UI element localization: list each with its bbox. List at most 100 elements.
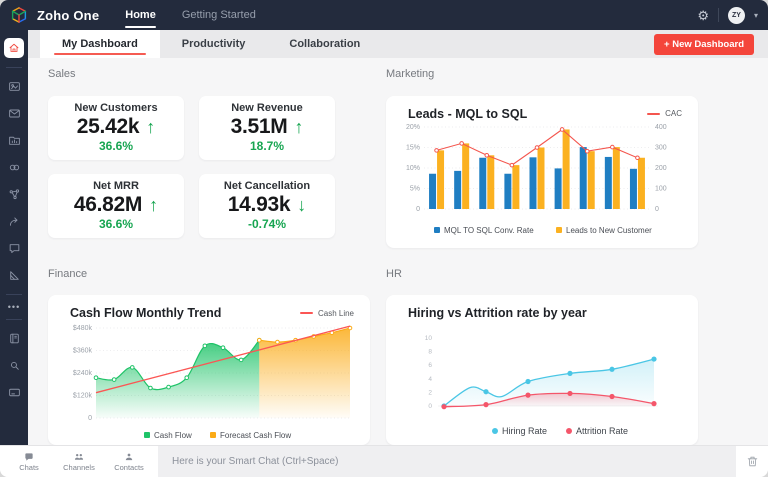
- sidebar-item-design[interactable]: [0, 262, 28, 289]
- red-line-swatch-icon: [299, 312, 313, 314]
- kpi-change: -0.74%: [247, 217, 287, 232]
- brand-title: Zoho One: [37, 7, 100, 23]
- sidebar-item-home[interactable]: [4, 38, 24, 58]
- svg-text:Forecast Cash Flow: Forecast Cash Flow: [220, 431, 291, 440]
- sidebar-divider: [6, 67, 22, 68]
- home-icon: [9, 43, 19, 52]
- trend-up-icon: ↑: [146, 116, 156, 137]
- kpi-card-net-mrr[interactable]: Net MRR 46.82M ↑ 36.6%: [48, 173, 184, 238]
- trend-up-icon: ↑: [294, 116, 304, 137]
- section-label-hr: HR: [386, 267, 402, 280]
- sidebar-item-connect[interactable]: [0, 154, 28, 181]
- zoho-one-app: Zoho One Home Getting Started ⚙ ZY ▾ •••…: [0, 0, 768, 477]
- svg-text:15%: 15%: [406, 144, 420, 151]
- tab-my-dashboard[interactable]: My Dashboard: [40, 30, 160, 58]
- bottom-tab-channels[interactable]: Channels: [54, 446, 104, 477]
- dashboard-content: Sales Marketing New Customers 25.42k ↑ 3…: [28, 58, 768, 445]
- user-avatar[interactable]: ZY: [727, 6, 745, 24]
- sidebar-item-share[interactable]: [0, 208, 28, 235]
- contacts-icon: [125, 453, 133, 460]
- trash-button[interactable]: [736, 446, 768, 477]
- channels-icon: [74, 453, 84, 460]
- kpi-value: 3.51M: [230, 114, 288, 138]
- svg-text:Cash Flow: Cash Flow: [154, 431, 192, 440]
- sidebar-item-chat[interactable]: [0, 235, 28, 262]
- svg-text:Attrition Rate: Attrition Rate: [576, 426, 628, 436]
- sales-kpi-grid: New Customers 25.42k ↑ 36.6% New Revenue…: [48, 95, 370, 238]
- kpi-title: Net Cancellation: [223, 179, 311, 192]
- topbar-divider: [717, 8, 719, 22]
- svg-text:0: 0: [655, 206, 659, 213]
- settings-gear-icon[interactable]: ⚙: [697, 9, 709, 22]
- kpi-card-net-cancellation[interactable]: Net Cancellation 14.93k ↓ -0.74%: [199, 173, 335, 238]
- notebook-icon: [9, 333, 19, 344]
- app-sidebar: •••: [0, 30, 28, 445]
- chat-bubble-icon: [9, 244, 19, 254]
- tab-productivity[interactable]: Productivity: [160, 30, 268, 58]
- reports-icon: [8, 82, 20, 91]
- svg-text:10%: 10%: [406, 165, 420, 172]
- new-dashboard-button[interactable]: + New Dashboard: [654, 33, 754, 55]
- sidebar-item-search[interactable]: [0, 352, 28, 379]
- nav-link-home[interactable]: Home: [125, 0, 156, 30]
- main-region: My Dashboard Productivity Collaboration …: [28, 30, 768, 445]
- svg-text:4: 4: [428, 376, 432, 383]
- linked-circles-icon: [9, 164, 19, 171]
- svg-text:5%: 5%: [410, 185, 420, 192]
- sidebar-item-projects[interactable]: [0, 127, 28, 154]
- sidebar-item-social[interactable]: [0, 181, 28, 208]
- cash-line-legend[interactable]: Cash Line: [299, 309, 354, 318]
- trend-down-icon: ↓: [297, 194, 307, 215]
- social-network-icon: [9, 189, 19, 200]
- svg-text:300: 300: [655, 144, 667, 151]
- nav-link-getting-started[interactable]: Getting Started: [182, 0, 256, 30]
- bottom-tab-contacts[interactable]: Contacts: [104, 446, 154, 477]
- kpi-title: New Revenue: [231, 101, 303, 114]
- kpi-card-new-revenue[interactable]: New Revenue 3.51M ↑ 18.7%: [199, 95, 335, 160]
- cac-line-legend[interactable]: CAC: [647, 109, 682, 118]
- finance-chart-card: Cash Flow Monthly Trend Cash Line 0 $120k…: [48, 295, 370, 445]
- svg-text:0: 0: [416, 206, 420, 213]
- trend-up-icon: ↑: [149, 194, 159, 215]
- avatar-caret-down-icon[interactable]: ▾: [754, 11, 758, 20]
- chart-title-leads: Leads - MQL to SQL: [408, 106, 528, 121]
- red-line-swatch-icon: [647, 112, 661, 115]
- kpi-value: 14.93k: [227, 192, 291, 216]
- share-arrow-icon: [9, 217, 17, 226]
- section-label-finance: Finance: [48, 267, 88, 280]
- svg-text:$240k: $240k: [73, 370, 93, 377]
- svg-text:Leads to New Customer: Leads to New Customer: [566, 226, 652, 235]
- cash-flow-area-chart: 0 $120k $240k $360k $480k Cash Flow Forecast C…: [73, 325, 353, 440]
- mail-icon: [8, 109, 20, 118]
- section-label-marketing: Marketing: [386, 68, 435, 80]
- kpi-change: 18.7%: [249, 139, 285, 154]
- svg-text:8: 8: [428, 349, 432, 356]
- sidebar-more-icon[interactable]: •••: [8, 300, 20, 314]
- smart-chat-input[interactable]: Here is your Smart Chat (Ctrl+Space): [158, 446, 736, 477]
- sidebar-item-mail[interactable]: [0, 100, 28, 127]
- kpi-value: 25.42k: [76, 114, 140, 138]
- bottom-tab-chats[interactable]: Chats: [4, 446, 54, 477]
- svg-text:20%: 20%: [406, 124, 420, 131]
- middle-region: ••• My Dashboard Productivity Collaborat…: [0, 30, 768, 445]
- chats-icon: [25, 452, 33, 461]
- top-navbar: Zoho One Home Getting Started ⚙ ZY ▾: [0, 0, 768, 30]
- kpi-value: 46.82M: [73, 192, 143, 216]
- svg-text:2: 2: [428, 389, 432, 396]
- chart-title-cash-flow: Cash Flow Monthly Trend: [70, 306, 222, 320]
- svg-text:400: 400: [655, 124, 667, 131]
- kpi-title: Net MRR: [93, 179, 139, 192]
- hr-chart-card: Hiring vs Attrition rate by year 0 2 4 6 8 10…: [386, 295, 698, 445]
- kpi-change: 36.6%: [98, 217, 134, 232]
- dashboard-tabbar: My Dashboard Productivity Collaboration …: [28, 30, 768, 58]
- zoho-one-logo-icon: [10, 6, 28, 24]
- tab-collaboration[interactable]: Collaboration: [267, 30, 382, 58]
- svg-text:0: 0: [428, 403, 432, 410]
- sidebar-item-notebook[interactable]: [0, 325, 28, 352]
- sidebar-item-window[interactable]: [0, 379, 28, 406]
- marketing-chart-card: Leads - MQL to SQL CAC 0 5% 10% 15% 20% 0 100 2…: [386, 95, 698, 248]
- sidebar-divider: [6, 294, 22, 295]
- kpi-card-new-customers[interactable]: New Customers 25.42k ↑ 36.6%: [48, 95, 184, 160]
- chart-title-hiring-attrition: Hiring vs Attrition rate by year: [408, 306, 587, 320]
- sidebar-item-reports[interactable]: [0, 73, 28, 100]
